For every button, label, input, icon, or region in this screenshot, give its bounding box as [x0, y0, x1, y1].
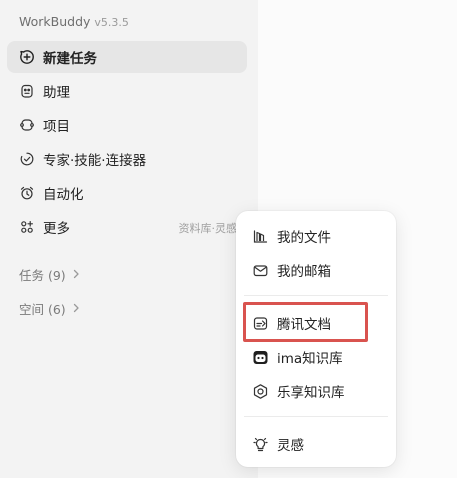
menu-item-label: 腾讯文档 — [277, 317, 331, 333]
chevron-right-icon — [73, 269, 79, 279]
menu-item-label: 我的邮箱 — [277, 264, 331, 280]
project-icon — [19, 117, 35, 133]
section-label: 空间 (6) — [19, 301, 66, 317]
sidebar-item-project[interactable]: 项目 — [7, 109, 247, 141]
menu-item-inspiration[interactable]: 灵感 — [244, 429, 388, 459]
lexiang-icon — [252, 383, 269, 400]
more-grid-icon — [19, 219, 35, 235]
sidebar-item-automation[interactable]: 自动化 — [7, 177, 247, 209]
menu-item-tencent-docs[interactable]: 腾讯文档 — [244, 308, 388, 338]
assistant-icon — [19, 83, 35, 99]
tencent-docs-icon — [252, 315, 269, 332]
files-icon — [252, 228, 269, 245]
menu-divider — [244, 295, 388, 296]
mail-icon — [252, 262, 269, 279]
menu-item-label: 我的文件 — [277, 230, 331, 246]
section-tasks[interactable]: 任务 (9) — [19, 264, 80, 284]
app-title: WorkBuddy v5.3.5 — [19, 14, 129, 29]
sidebar-item-label: 项目 — [43, 119, 70, 135]
menu-item-ima-kb[interactable]: ima知识库 — [244, 342, 388, 372]
menu-item-label: 乐享知识库 — [277, 385, 345, 401]
sidebar-item-label: 助理 — [43, 85, 70, 101]
more-popup-menu: 我的文件 我的邮箱 腾讯文档 ima知识库 乐享知识库 灵感 — [236, 211, 396, 467]
section-spaces[interactable]: 空间 (6) — [19, 298, 80, 318]
menu-item-label: 灵感 — [277, 438, 304, 454]
sidebar-item-label: 自动化 — [43, 187, 84, 203]
sidebar-item-assistant[interactable]: 助理 — [7, 75, 247, 107]
sidebar-item-label: 新建任务 — [43, 51, 97, 67]
ima-icon — [252, 349, 269, 366]
section-label: 任务 (9) — [19, 267, 66, 283]
more-hint: 资料库·灵感 — [178, 222, 238, 235]
lightbulb-icon — [252, 436, 269, 453]
sidebar: WorkBuddy v5.3.5 新建任务 助理 项目 专家·技能·连接器 自动化 — [0, 0, 258, 478]
menu-item-my-mailbox[interactable]: 我的邮箱 — [244, 255, 388, 285]
sidebar-item-new-task[interactable]: 新建任务 — [7, 41, 247, 73]
sidebar-item-more[interactable]: 更多 资料库·灵感 — [7, 211, 247, 243]
alarm-clock-icon — [19, 185, 35, 201]
app-version: v5.3.5 — [94, 16, 129, 29]
sidebar-item-skills[interactable]: 专家·技能·连接器 — [7, 143, 247, 175]
menu-divider — [244, 416, 388, 417]
skills-icon — [19, 151, 35, 167]
sidebar-item-label: 更多 — [43, 221, 70, 237]
menu-item-label: ima知识库 — [277, 351, 343, 367]
menu-item-my-files[interactable]: 我的文件 — [244, 221, 388, 251]
chevron-right-icon — [73, 303, 79, 313]
plus-circle-icon — [19, 49, 35, 65]
sidebar-item-label: 专家·技能·连接器 — [43, 153, 147, 169]
app-name: WorkBuddy — [19, 14, 91, 29]
menu-item-lexiang-kb[interactable]: 乐享知识库 — [244, 376, 388, 406]
